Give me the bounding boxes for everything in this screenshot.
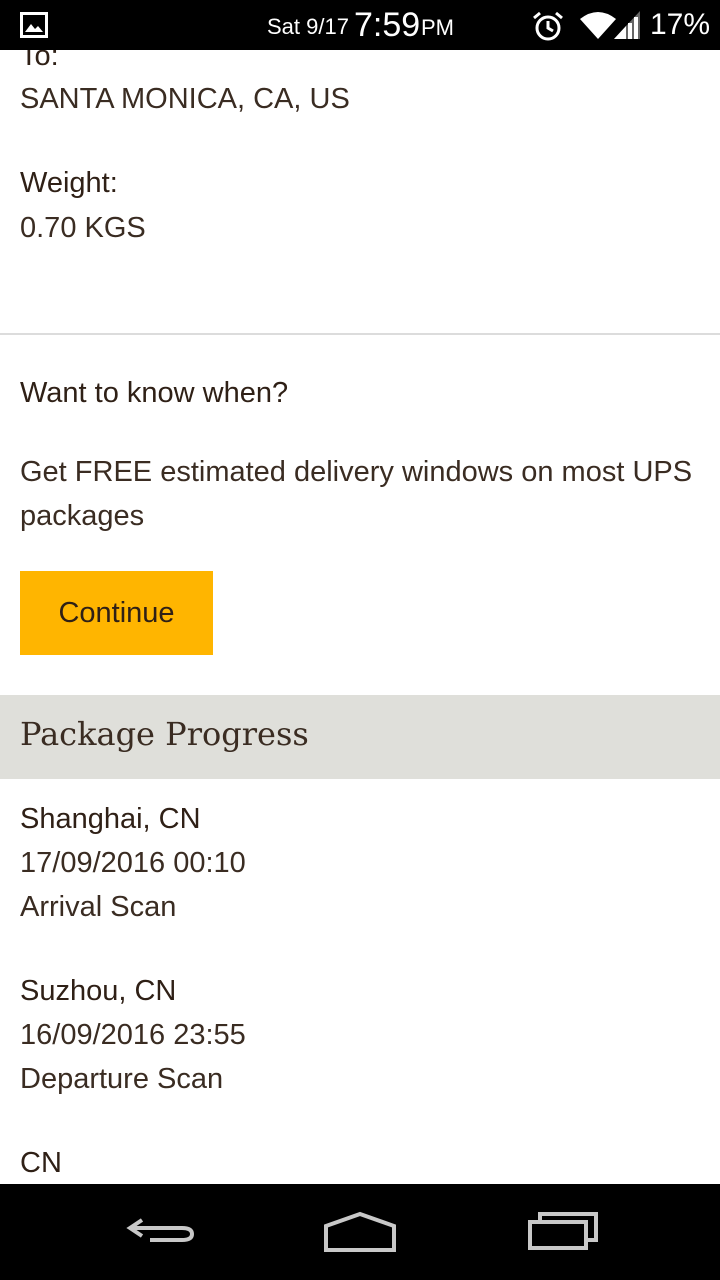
home-icon: [324, 1211, 396, 1252]
progress-item: Shanghai, CN 17/09/2016 00:10 Arrival Sc…: [20, 797, 700, 929]
continue-button[interactable]: Continue: [20, 571, 213, 655]
battery-level: 17%: [650, 8, 711, 41]
status-time: 7:59: [354, 6, 421, 44]
progress-item: Suzhou, CN 16/09/2016 23:55 Departure Sc…: [20, 969, 700, 1101]
tracking-details[interactable]: To: SANTA MONICA, CA, US Weight: 0.70 KG…: [0, 50, 720, 1184]
progress-datetime: 16/09/2016 23:55: [20, 1019, 246, 1051]
promo-text: Get FREE estimated delivery windows on m…: [20, 456, 693, 532]
home-button[interactable]: [320, 1206, 400, 1256]
weight-value: 0.70 KGS: [20, 212, 146, 244]
status-bar: Sat 9/17 7:59 PM 17%: [0, 0, 720, 50]
progress-location: Suzhou, CN: [20, 975, 177, 1007]
recent-apps-button[interactable]: [524, 1206, 604, 1256]
progress-datetime: 17/09/2016 00:10: [20, 847, 246, 879]
signal-icon: [614, 11, 640, 39]
package-progress-title: Package Progress: [20, 715, 309, 753]
weight-label: Weight:: [20, 167, 118, 199]
back-button[interactable]: [120, 1206, 200, 1256]
back-icon: [126, 1218, 195, 1242]
alarm-icon: [533, 11, 563, 41]
status-ampm: PM: [421, 15, 454, 40]
progress-status: Arrival Scan: [20, 891, 177, 923]
progress-location: CN: [20, 1147, 62, 1179]
progress-status: Departure Scan: [20, 1063, 224, 1095]
package-progress-header: Package Progress: [0, 695, 720, 779]
to-value: SANTA MONICA, CA, US: [20, 83, 350, 115]
section-divider: [0, 333, 720, 335]
progress-location: Shanghai, CN: [20, 803, 201, 835]
to-label: To:: [20, 50, 59, 72]
promo-title: Want to know when?: [20, 377, 289, 409]
progress-item: CN: [20, 1141, 700, 1184]
recent-apps-icon: [528, 1212, 598, 1250]
navigation-bar: [0, 1184, 720, 1280]
image-notification-icon: [20, 12, 48, 38]
status-date: Sat 9/17: [267, 14, 349, 39]
